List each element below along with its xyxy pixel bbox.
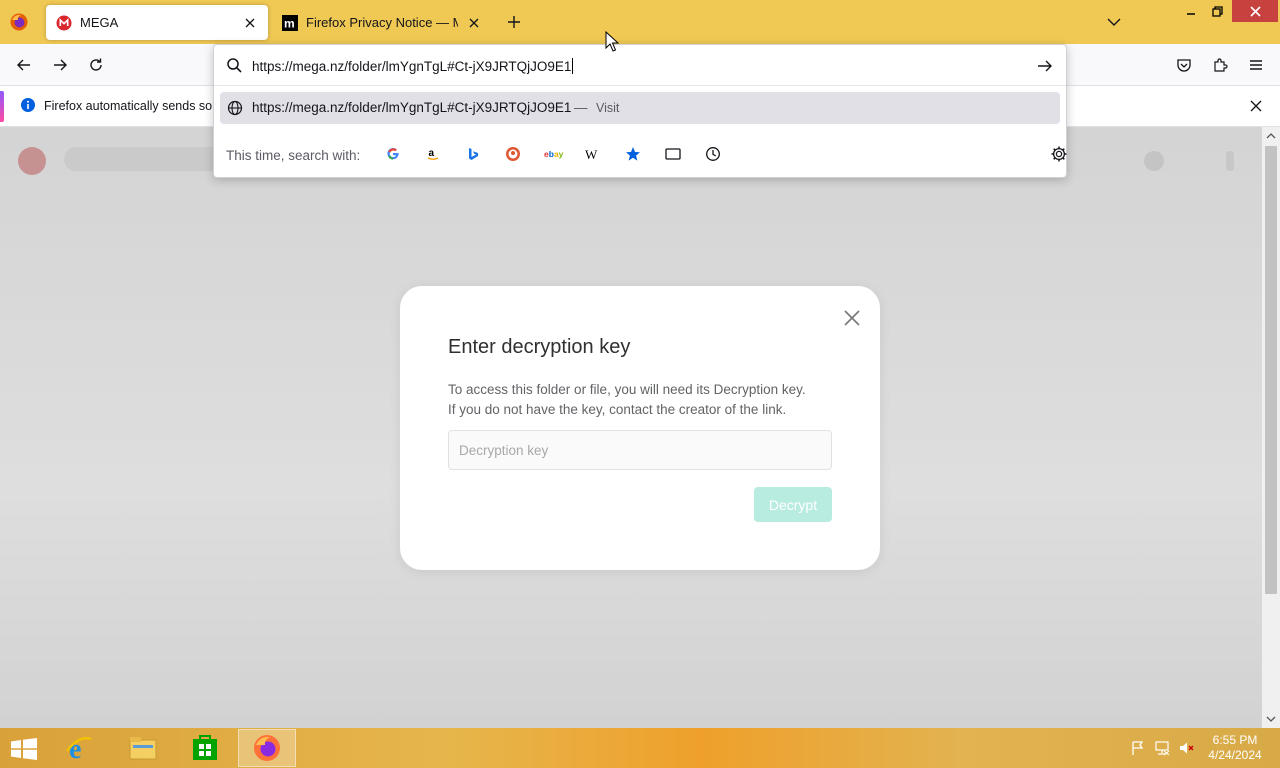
pocket-icon[interactable] (1174, 55, 1194, 75)
scroll-up-icon[interactable] (1266, 131, 1276, 141)
page-content: Enter decryption key To access this fold… (0, 127, 1262, 728)
new-tab-icon[interactable] (504, 12, 524, 32)
internet-explorer-icon[interactable]: e (50, 729, 108, 767)
urlbar-input[interactable]: https://mega.nz/folder/lmYgnTgL#Ct-jX9JR… (252, 58, 574, 74)
globe-icon (227, 100, 243, 116)
mega-search-icon (1144, 151, 1164, 171)
mozilla-favicon-icon: m (282, 14, 298, 31)
chevron-down-icon[interactable] (1104, 12, 1124, 32)
notification-message: Firefox automatically sends som (44, 99, 223, 113)
scrollbar[interactable] (1262, 127, 1280, 728)
window-close-button[interactable] (1232, 0, 1278, 22)
tab-privacy-notice[interactable]: m Firefox Privacy Notice — Mozilla (272, 5, 492, 40)
svg-text:m: m (284, 16, 295, 30)
minimize-button[interactable] (1180, 0, 1202, 22)
urlbar-panel: https://mega.nz/folder/lmYgnTgL#Ct-jX9JR… (213, 44, 1067, 178)
tab-title: MEGA (80, 15, 119, 30)
extensions-icon[interactable] (1210, 55, 1230, 75)
mega-logo (18, 147, 46, 175)
dialog-description: To access this folder or file, you will … (448, 380, 806, 420)
history-icon[interactable] (704, 145, 722, 163)
search-icon (227, 58, 242, 73)
google-icon[interactable] (384, 145, 402, 163)
search-with-label: This time, search with: (226, 148, 361, 163)
search-engines-row: This time, search with: a ebay W (226, 145, 1067, 165)
text-caret (572, 58, 574, 74)
tab-close-icon[interactable] (466, 15, 482, 31)
close-icon[interactable] (841, 307, 863, 329)
back-icon[interactable] (14, 55, 34, 75)
gear-icon[interactable] (1050, 145, 1068, 163)
wikipedia-icon[interactable]: W (584, 145, 602, 163)
menu-icon[interactable] (1246, 55, 1266, 75)
volume-muted-icon[interactable] (1178, 740, 1194, 756)
dialog-description-line: To access this folder or file, you will … (448, 382, 806, 397)
svg-text:ebay: ebay (544, 149, 564, 159)
svg-text:W: W (585, 147, 598, 161)
mega-favicon-icon (56, 15, 72, 30)
scroll-thumb[interactable] (1265, 146, 1277, 594)
bing-icon[interactable] (464, 145, 482, 163)
tab-strip: MEGA m Firefox Privacy Notice — Mozilla (0, 0, 1280, 44)
tab-mega[interactable]: MEGA (46, 5, 268, 40)
dialog-description-line: If you do not have the key, contact the … (448, 402, 787, 417)
suggestion-action: Visit (596, 101, 620, 115)
bookmarks-icon[interactable] (624, 145, 642, 163)
ebay-icon[interactable]: ebay (544, 145, 566, 163)
suggestion-url: https://mega.nz/folder/lmYgnTgL#Ct-jX9JR… (252, 100, 572, 115)
suggestion-separator: — (574, 100, 588, 115)
firefox-icon[interactable] (238, 729, 296, 767)
mega-menu-icon (1226, 151, 1234, 171)
urlbar[interactable]: https://mega.nz/folder/lmYgnTgL#Ct-jX9JR… (214, 45, 1066, 86)
windows-start-icon[interactable] (10, 738, 38, 760)
tabs-icon[interactable] (664, 145, 682, 163)
network-icon[interactable] (1154, 740, 1170, 756)
dialog-title: Enter decryption key (448, 336, 631, 358)
svg-text:a: a (429, 148, 435, 159)
clock-time: 6:55 PM (1212, 733, 1258, 747)
forward-icon[interactable] (50, 55, 70, 75)
tab-close-icon[interactable] (242, 15, 258, 31)
action-center-flag-icon[interactable] (1130, 740, 1146, 756)
tab-title: Firefox Privacy Notice — Mozilla (306, 15, 458, 30)
notification-accent (0, 91, 4, 122)
duckduckgo-icon[interactable] (504, 145, 522, 163)
reload-icon[interactable] (86, 55, 106, 75)
decryption-dialog: Enter decryption key To access this fold… (400, 286, 880, 570)
go-arrow-icon[interactable] (1036, 57, 1054, 75)
firefox-menu-icon[interactable] (9, 12, 29, 32)
urlbar-value: https://mega.nz/folder/lmYgnTgL#Ct-jX9JR… (252, 59, 572, 74)
mouse-cursor-icon (605, 31, 619, 52)
clock-date: 4/24/2024 (1208, 748, 1262, 762)
file-explorer-icon[interactable] (114, 729, 172, 767)
decryption-key-input[interactable] (448, 430, 832, 470)
urlbar-suggestion[interactable]: https://mega.nz/folder/lmYgnTgL#Ct-jX9JR… (220, 92, 1060, 124)
restore-button[interactable] (1206, 0, 1228, 22)
close-icon[interactable] (1248, 98, 1264, 114)
scroll-down-icon[interactable] (1266, 714, 1276, 724)
taskbar: e 6:55 PM 4/24/2024 (0, 728, 1280, 768)
decrypt-button[interactable]: Decrypt (754, 487, 832, 522)
info-icon (21, 98, 35, 112)
system-clock[interactable]: 6:55 PM 4/24/2024 (1200, 733, 1270, 763)
amazon-icon[interactable]: a (424, 145, 442, 163)
store-icon[interactable] (176, 729, 234, 767)
